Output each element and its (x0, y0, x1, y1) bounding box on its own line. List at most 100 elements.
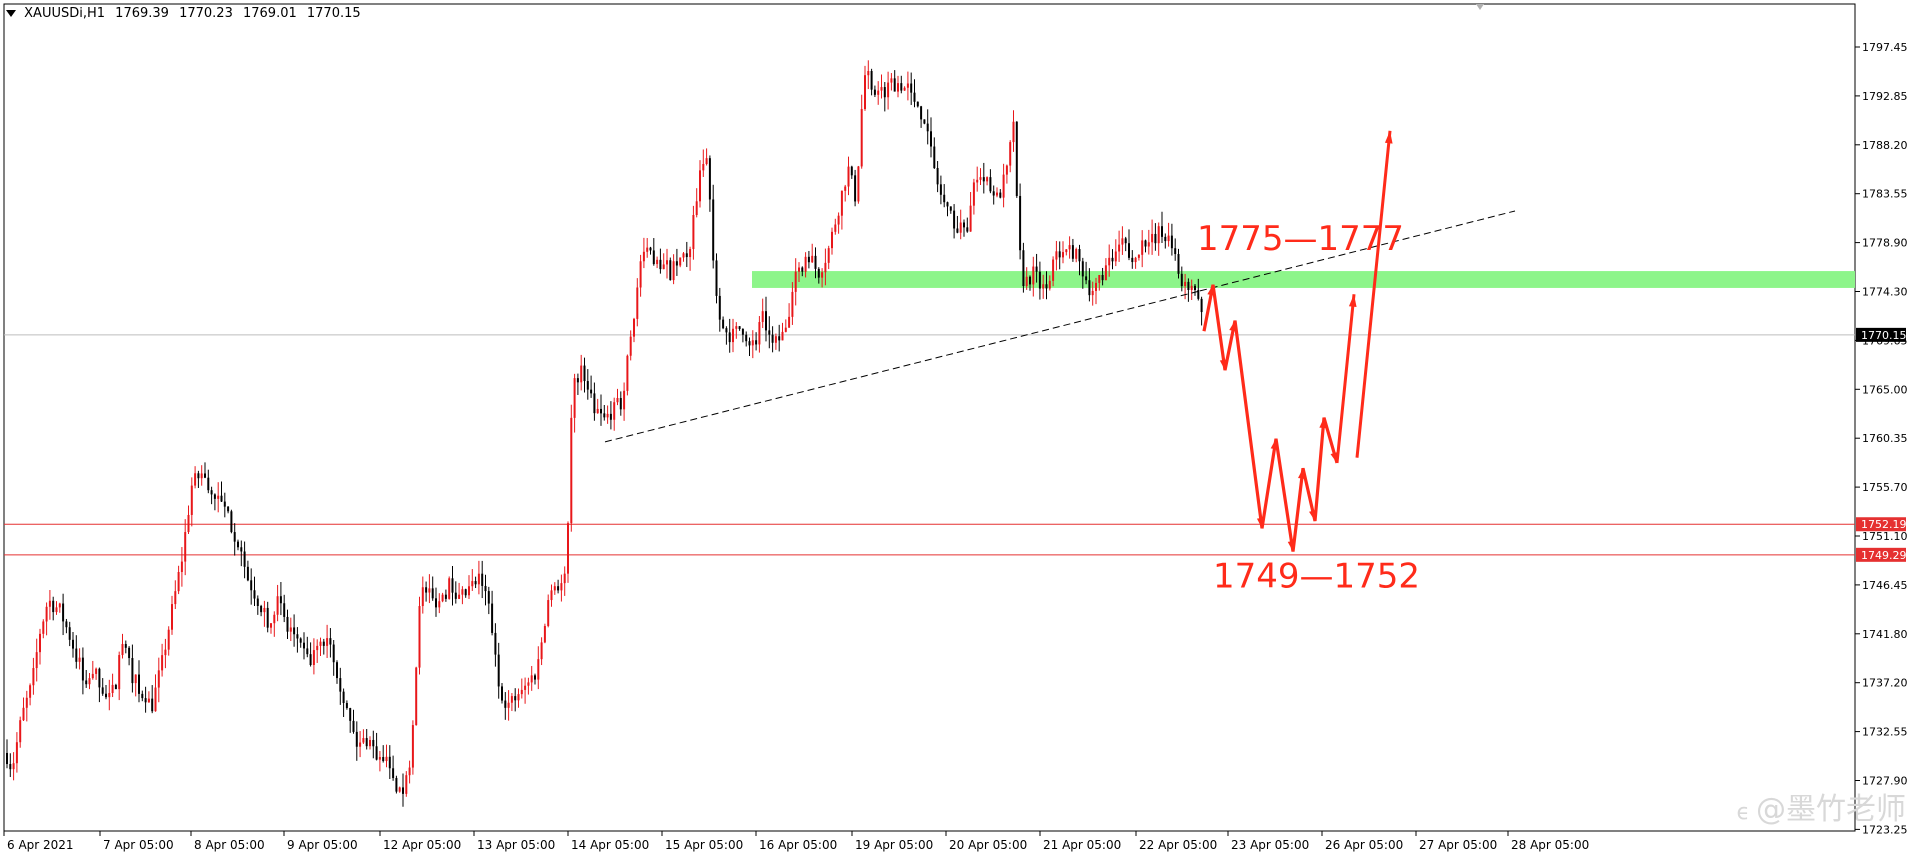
candle-body (949, 206, 952, 211)
candle-body (458, 594, 461, 599)
candle-body (897, 83, 899, 92)
candle-body (415, 667, 418, 726)
candle-body (722, 319, 725, 329)
candle-body (293, 627, 296, 635)
candle-body (926, 123, 929, 132)
candle-body (1038, 271, 1041, 289)
price-chart[interactable]: 1775—1777 1749—1752 1797.45 1792.85 1788.20 1… (0, 0, 1920, 858)
candle-body (504, 700, 507, 708)
candle-body (685, 253, 688, 258)
chevron-down-icon[interactable] (6, 10, 16, 17)
candle-body (250, 580, 253, 591)
candle-body (821, 272, 824, 278)
candle-body (547, 600, 550, 626)
candle-body (831, 231, 833, 249)
candle-body (12, 763, 15, 770)
candle-body (1078, 249, 1081, 262)
candle-body (583, 365, 586, 382)
candle-body (164, 649, 167, 656)
candle-body (606, 413, 609, 418)
candle-body (725, 328, 728, 333)
candle-body (253, 590, 256, 599)
y-tick-label: 1788.20 (1862, 139, 1908, 152)
candle-body (15, 742, 18, 764)
candle-body (428, 588, 431, 593)
candle-body (382, 757, 385, 762)
candle-body (1009, 142, 1012, 166)
candle-body (312, 650, 315, 666)
x-tick-label: 19 Apr 05:00 (855, 838, 933, 852)
x-tick-label: 9 Apr 05:00 (287, 838, 358, 852)
x-tick-label: 23 Apr 05:00 (1231, 838, 1309, 852)
x-tick-label: 6 Apr 2021 (7, 838, 74, 852)
candle-body (913, 92, 916, 102)
candle-body (1184, 281, 1187, 287)
candle-body (111, 684, 114, 693)
candle-body (537, 659, 540, 680)
candle-body (316, 645, 319, 651)
candle-body (873, 89, 876, 95)
candle-body (207, 477, 210, 491)
candle-body (616, 398, 619, 403)
candle-body (623, 390, 626, 410)
x-tick-label: 26 Apr 05:00 (1325, 838, 1403, 852)
candle-body (398, 787, 401, 792)
candle-body (154, 687, 157, 712)
candle-body (336, 662, 338, 679)
candle-body (1058, 251, 1061, 258)
candle-body (689, 249, 692, 258)
candle-body (999, 192, 1002, 198)
candle-body (817, 268, 820, 278)
candle-body (520, 689, 523, 695)
candle-body (788, 316, 791, 328)
candle-body (679, 257, 682, 266)
candle-body (194, 473, 197, 486)
y-tick-label: 1778.90 (1862, 237, 1908, 250)
candle-body (847, 166, 850, 187)
candle-body (1048, 280, 1051, 289)
candle-body (1002, 174, 1005, 198)
candle-body (814, 255, 817, 269)
candle-body (1128, 243, 1130, 258)
candle-body (477, 573, 480, 585)
candle-body (1045, 284, 1048, 289)
candle-body (966, 227, 969, 232)
candle-body (900, 83, 903, 91)
candle-body (923, 119, 926, 124)
candle-body (131, 658, 134, 684)
candle-body (778, 336, 781, 341)
candle-body (474, 581, 477, 585)
candle-body (580, 365, 583, 383)
candle-body (319, 641, 322, 646)
candle-body (930, 131, 932, 147)
candle-body (402, 787, 404, 794)
candle-body (1118, 244, 1121, 252)
candle-body (992, 191, 995, 196)
candle-body (9, 764, 12, 770)
x-tick-label: 14 Apr 05:00 (571, 838, 649, 852)
scroll-marker-icon[interactable] (1476, 4, 1484, 10)
candle-body (365, 738, 368, 747)
candle-body (649, 247, 652, 251)
watermark: ϵ @墨竹老师 (1736, 784, 1906, 828)
y-tick-label: 1792.85 (1862, 90, 1908, 103)
candle-body (230, 511, 233, 533)
candle-body (1161, 226, 1163, 237)
candle-body (448, 578, 451, 599)
candle-body (190, 485, 193, 515)
candle-body (494, 632, 497, 655)
candle-body (75, 648, 78, 662)
trendline (604, 290, 1201, 443)
candle-body (1098, 274, 1101, 283)
candle-body (210, 490, 213, 495)
symbol-header[interactable]: XAUUSDi,H1 1769.39 1770.23 1769.01 1770.… (6, 6, 367, 21)
candle-body (939, 184, 942, 195)
candle-body (1019, 195, 1022, 251)
candle-body (1042, 284, 1045, 289)
candle-body (840, 190, 843, 216)
candle-body (586, 381, 589, 390)
candle-body (603, 413, 606, 418)
candle-body (652, 250, 655, 265)
candle-body (807, 256, 810, 263)
candle-body (29, 685, 32, 698)
